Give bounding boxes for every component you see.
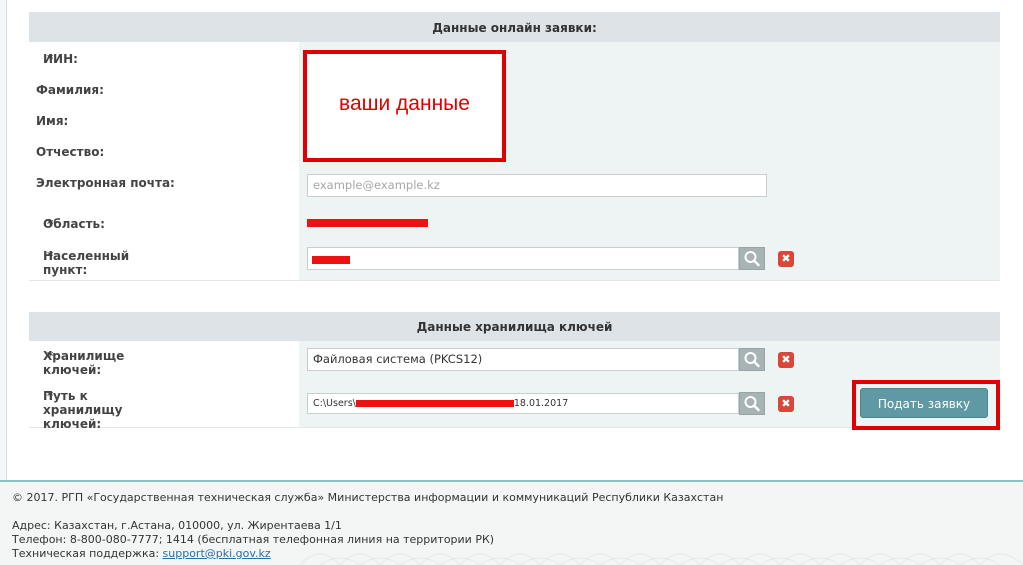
redacted-path-segment: [355, 400, 514, 407]
keystore-search-button[interactable]: [739, 348, 765, 371]
support-email-link[interactable]: support@pki.gov.kz: [163, 547, 271, 560]
support-line: Техническая поддержка: support@pki.gov.k…: [12, 547, 271, 560]
locality-field[interactable]: [307, 247, 739, 270]
email-field[interactable]: example@example.kz: [307, 174, 767, 197]
copyright-text: © 2017. РГП «Государственная техническая…: [12, 491, 724, 504]
search-icon: [744, 352, 760, 368]
keystore-path-browse-button[interactable]: [739, 392, 765, 415]
required-marker: *: [47, 389, 54, 403]
field-label: Хранилище ключей:: [43, 349, 125, 377]
section-title: Данные онлайн заявки:: [432, 21, 597, 35]
locality-clear-button[interactable]: ✖: [778, 251, 794, 267]
row-email: Электронная почта: example@example.kz: [29, 166, 1000, 208]
address-text: Адрес: Казахстан, г.Астана, 010000, ул. …: [12, 519, 342, 532]
redacted-region-value: [307, 219, 428, 227]
keystore-clear-button[interactable]: ✖: [778, 352, 794, 368]
page-footer: © 2017. РГП «Государственная техническая…: [0, 480, 1023, 565]
locality-search-button[interactable]: [739, 247, 765, 270]
section-title: Данные хранилища ключей: [416, 320, 613, 334]
row-middlename: Отчество:: [29, 135, 1000, 167]
section-header-online: Данные онлайн заявки:: [29, 12, 1000, 42]
field-label: Фамилия:: [36, 83, 104, 97]
field-label: Имя:: [36, 114, 69, 128]
close-icon: ✖: [781, 252, 791, 265]
required-marker: *: [47, 349, 54, 363]
field-label: Отчество:: [36, 145, 105, 159]
close-icon: ✖: [781, 397, 791, 410]
close-icon: ✖: [781, 353, 791, 366]
redacted-locality-value: [312, 256, 350, 264]
your-data-callout: ваши данные: [303, 50, 506, 162]
required-marker: *: [47, 52, 54, 66]
keystore-path-field[interactable]: C:\Users\ 18.01.2017: [307, 393, 739, 414]
search-icon: [744, 396, 760, 412]
submit-application-button[interactable]: Подать заявку: [860, 388, 988, 418]
row-firstname: Имя:: [29, 104, 1000, 136]
page-left-border: [0, 0, 7, 480]
phone-text: Телефон: 8-800-080-7777; 1414 (бесплатна…: [12, 533, 495, 546]
callout-text: ваши данные: [339, 92, 470, 115]
row-iin: ИИН: *: [29, 42, 1000, 74]
row-keystore: Хранилище ключей: * Файловая система (PKC…: [29, 341, 1000, 381]
required-marker: *: [47, 217, 54, 231]
search-icon: [744, 251, 760, 267]
section-header-keystore: Данные хранилища ключей: [29, 312, 1000, 341]
row-locality: Населенный пункт: * ✖: [29, 239, 1000, 281]
field-label: Электронная почта:: [36, 176, 175, 190]
field-label: Населенный пункт:: [43, 249, 130, 277]
keystore-path-clear-button[interactable]: ✖: [778, 396, 794, 412]
support-label: Техническая поддержка:: [12, 547, 163, 560]
row-lastname: Фамилия:: [29, 73, 1000, 105]
field-label: Путь к хранилищу ключей:: [43, 389, 123, 431]
keystore-select[interactable]: Файловая система (PKCS12): [307, 348, 739, 371]
row-region: Область: *: [29, 207, 1000, 240]
required-marker: *: [47, 249, 54, 263]
